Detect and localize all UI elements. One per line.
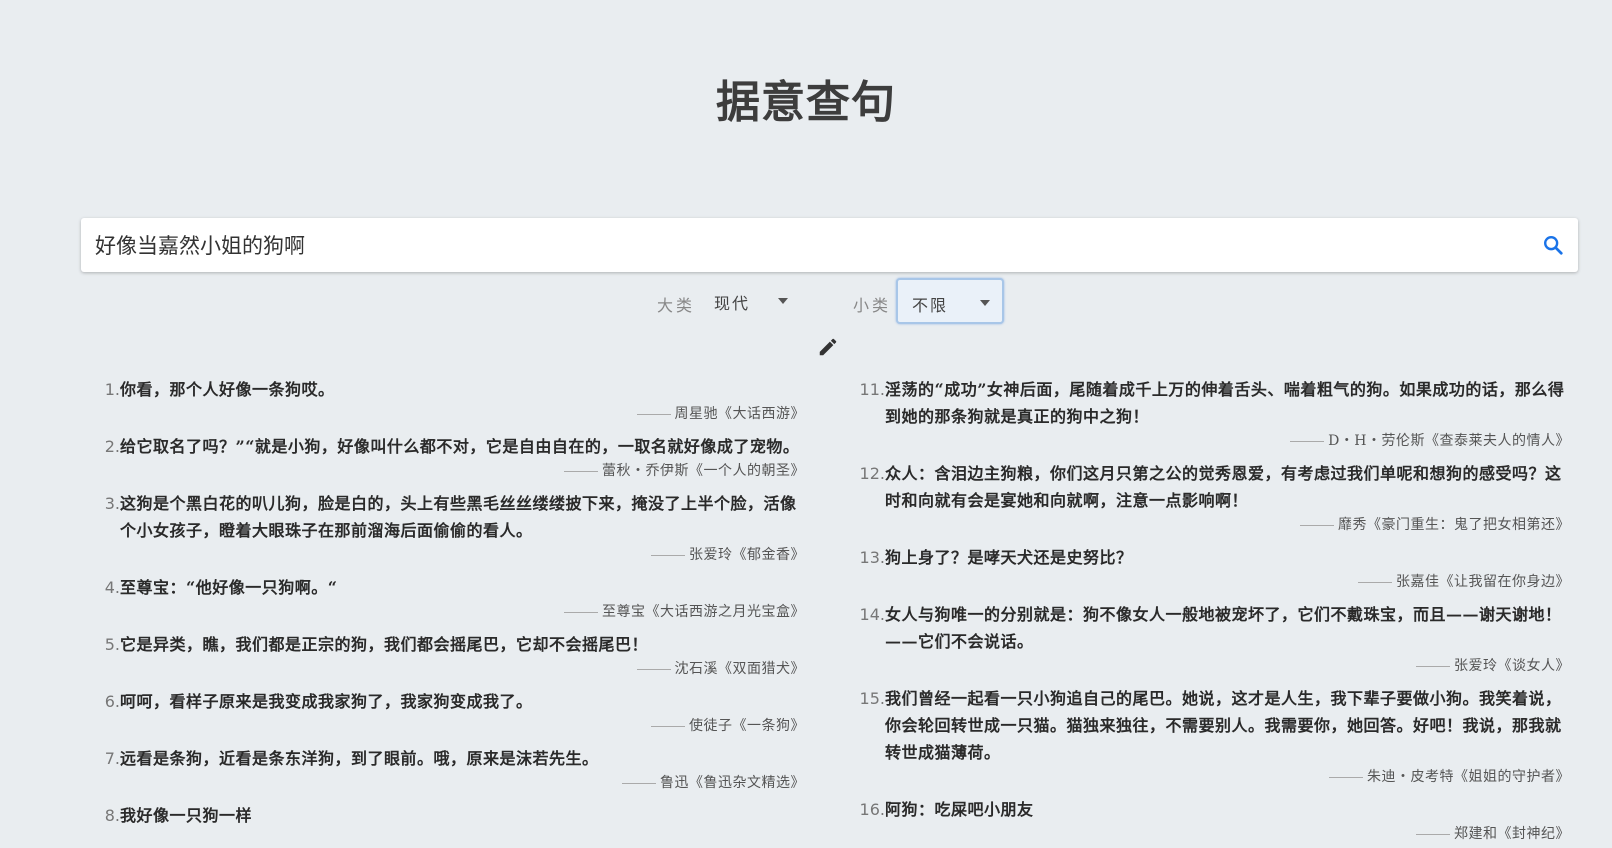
item-text: 你看，那个人好像一条狗哎。 (120, 380, 335, 399)
list-item[interactable]: 16. 阿狗：吃屎吧小朋友 郑建和《封神纪》 (855, 796, 1570, 845)
list-item[interactable]: 11. 淫荡的“成功”女神后面，尾随着成千上万的伸着舌头、喘着粗气的狗。如果成功… (855, 376, 1570, 452)
pencil-icon[interactable] (817, 336, 839, 358)
item-source: 蕾秋・乔伊斯《一个人的朝圣》 (90, 460, 805, 482)
list-item[interactable]: 7. 远看是条狗，近看是条东洋狗，到了眼前。哦，原来是沫若先生。 鲁迅《鲁迅杂文… (90, 745, 805, 794)
item-source-text: 郑建和《封神纪》 (1454, 826, 1570, 842)
page: 据意查句 大类 现代 小类 不限 1. 你看，那个人好像一条狗哎。 周星驰《大话… (0, 0, 1612, 848)
item-number: 5. (104, 635, 120, 654)
list-item[interactable]: 3. 这狗是个黑白花的叭儿狗，脸是白的，头上有些黑毛丝丝缕缕披下来，掩没了上半个… (90, 490, 805, 566)
item-number: 13. (859, 548, 885, 567)
item-source: 使徒子《一条狗》 (90, 715, 805, 737)
minor-category-value: 不限 (912, 296, 949, 315)
search-box (81, 218, 1578, 272)
major-category-select[interactable]: 现代 (700, 278, 800, 324)
item-text: 呵呵，看样子原来是我变成我家狗了，我家狗变成我了。 (120, 692, 533, 711)
item-source-text: D・H・劳伦斯《查泰莱夫人的情人》 (1328, 433, 1570, 449)
item-source-text: 使徒子《一条狗》 (689, 718, 805, 734)
list-item[interactable]: 5. 它是异类，瞧，我们都是正宗的狗，我们都会摇尾巴，它却不会摇尾巴！ 沈石溪《… (90, 631, 805, 680)
item-source: 至尊宝《大话西游之月光宝盒》 (90, 601, 805, 623)
list-item[interactable]: 15. 我们曾经一起看一只小狗追自己的尾巴。她说，这才是人生，我下辈子要做小狗。… (855, 685, 1570, 788)
search-input[interactable] (95, 218, 1515, 272)
item-text: 我们曾经一起看一只小狗追自己的尾巴。她说，这才是人生，我下辈子要做小狗。我笑着说… (885, 689, 1562, 762)
item-number: 1. (104, 380, 120, 399)
item-number: 8. (104, 806, 120, 825)
list-item[interactable]: 4. 至尊宝：“他好像一只狗啊。“ 至尊宝《大话西游之月光宝盒》 (90, 574, 805, 623)
minor-category-label: 小类 (853, 296, 892, 315)
item-number: 11. (859, 380, 885, 399)
item-number: 14. (859, 605, 885, 624)
minor-category-select[interactable]: 不限 (896, 278, 1004, 324)
item-text: 这狗是个黑白花的叭儿狗，脸是白的，头上有些黑毛丝丝缕缕披下来，掩没了上半个脸，活… (120, 494, 797, 540)
list-item[interactable]: 13. 狗上身了？是哮天犬还是史努比？ 张嘉佳《让我留在你身边》 (855, 544, 1570, 593)
item-source: 周星驰《大话西游》 (90, 403, 805, 425)
item-number: 7. (104, 749, 120, 768)
list-item[interactable]: 2. 给它取名了吗？”“就是小狗，好像叫什么都不对，它是自由自在的，一取名就好像… (90, 433, 805, 482)
major-category-label: 大类 (657, 296, 696, 315)
item-source-text: 蕾秋・乔伊斯《一个人的朝圣》 (602, 463, 805, 479)
item-number: 12. (859, 464, 885, 483)
item-source-text: 至尊宝《大话西游之月光宝盒》 (602, 604, 805, 620)
item-text: 它是异类，瞧，我们都是正宗的狗，我们都会摇尾巴，它却不会摇尾巴！ (120, 635, 649, 654)
item-text: 我好像一只狗一样 (120, 806, 253, 825)
item-source-text: 靡秀《豪门重生：鬼了把女相第还》 (1338, 517, 1570, 533)
item-text: 远看是条狗，近看是条东洋狗，到了眼前。哦，原来是沫若先生。 (120, 749, 599, 768)
item-number: 16. (859, 800, 885, 819)
item-source: 朱迪・皮考特《姐姐的守护者》 (855, 766, 1570, 788)
item-number: 6. (104, 692, 120, 711)
item-source-text: 鲁迅《鲁迅杂文精选》 (660, 775, 805, 791)
item-source: D・H・劳伦斯《查泰莱夫人的情人》 (855, 430, 1570, 452)
item-text: 阿狗：吃屎吧小朋友 (885, 800, 1034, 819)
item-text: 给它取名了吗？”“就是小狗，好像叫什么都不对，它是自由自在的，一取名就好像成了宠… (120, 437, 800, 456)
page-title: 据意查句 (716, 77, 896, 128)
search-icon[interactable] (1542, 234, 1564, 256)
list-item[interactable]: 1. 你看，那个人好像一条狗哎。 周星驰《大话西游》 (90, 376, 805, 425)
item-number: 15. (859, 689, 885, 708)
item-source: 张嘉佳《让我留在你身边》 (855, 571, 1570, 593)
item-source-text: 张嘉佳《让我留在你身边》 (1396, 574, 1570, 590)
item-source: 张爱玲《郁金香》 (90, 544, 805, 566)
list-item[interactable]: 14. 女人与狗唯一的分别就是：狗不像女人一般地被宠坏了，它们不戴珠宝，而且——… (855, 601, 1570, 677)
item-number: 3. (104, 494, 120, 513)
results-column-right: 11. 淫荡的“成功”女神后面，尾随着成千上万的伸着舌头、喘着粗气的狗。如果成功… (855, 376, 1570, 848)
results-column-left: 1. 你看，那个人好像一条狗哎。 周星驰《大话西游》 2. 给它取名了吗？”“就… (90, 376, 805, 837)
item-text: 众人：含泪边主狗粮，你们这月只第之公的觉秀恩爱，有考虑过我们单呢和想狗的感受吗？… (885, 464, 1562, 510)
chevron-down-icon (980, 300, 990, 306)
item-source: 张爱玲《谈女人》 (855, 655, 1570, 677)
major-category-value: 现代 (714, 294, 751, 313)
chevron-down-icon (778, 298, 788, 304)
list-item[interactable]: 8. 我好像一只狗一样 (90, 802, 805, 829)
list-item[interactable]: 12. 众人：含泪边主狗粮，你们这月只第之公的觉秀恩爱，有考虑过我们单呢和想狗的… (855, 460, 1570, 536)
item-source-text: 周星驰《大话西游》 (674, 406, 805, 422)
filter-bar: 大类 现代 小类 不限 (0, 278, 1612, 328)
item-source: 靡秀《豪门重生：鬼了把女相第还》 (855, 514, 1570, 536)
item-source-text: 张爱玲《谈女人》 (1454, 658, 1570, 674)
item-source: 鲁迅《鲁迅杂文精选》 (90, 772, 805, 794)
item-source: 沈石溪《双面猎犬》 (90, 658, 805, 680)
item-source-text: 张爱玲《郁金香》 (689, 547, 805, 563)
item-text: 至尊宝：“他好像一只狗啊。“ (120, 578, 338, 597)
item-source-text: 朱迪・皮考特《姐姐的守护者》 (1367, 769, 1570, 785)
list-item[interactable]: 6. 呵呵，看样子原来是我变成我家狗了，我家狗变成我了。 使徒子《一条狗》 (90, 688, 805, 737)
item-number: 4. (104, 578, 120, 597)
item-source: 郑建和《封神纪》 (855, 823, 1570, 845)
item-text: 女人与狗唯一的分别就是：狗不像女人一般地被宠坏了，它们不戴珠宝，而且——谢天谢地… (885, 605, 1562, 651)
item-text: 狗上身了？是哮天犬还是史努比？ (885, 548, 1133, 567)
item-source-text: 沈石溪《双面猎犬》 (674, 661, 805, 677)
item-text: 淫荡的“成功”女神后面，尾随着成千上万的伸着舌头、喘着粗气的狗。如果成功的话，那… (885, 380, 1565, 426)
item-number: 2. (104, 437, 120, 456)
